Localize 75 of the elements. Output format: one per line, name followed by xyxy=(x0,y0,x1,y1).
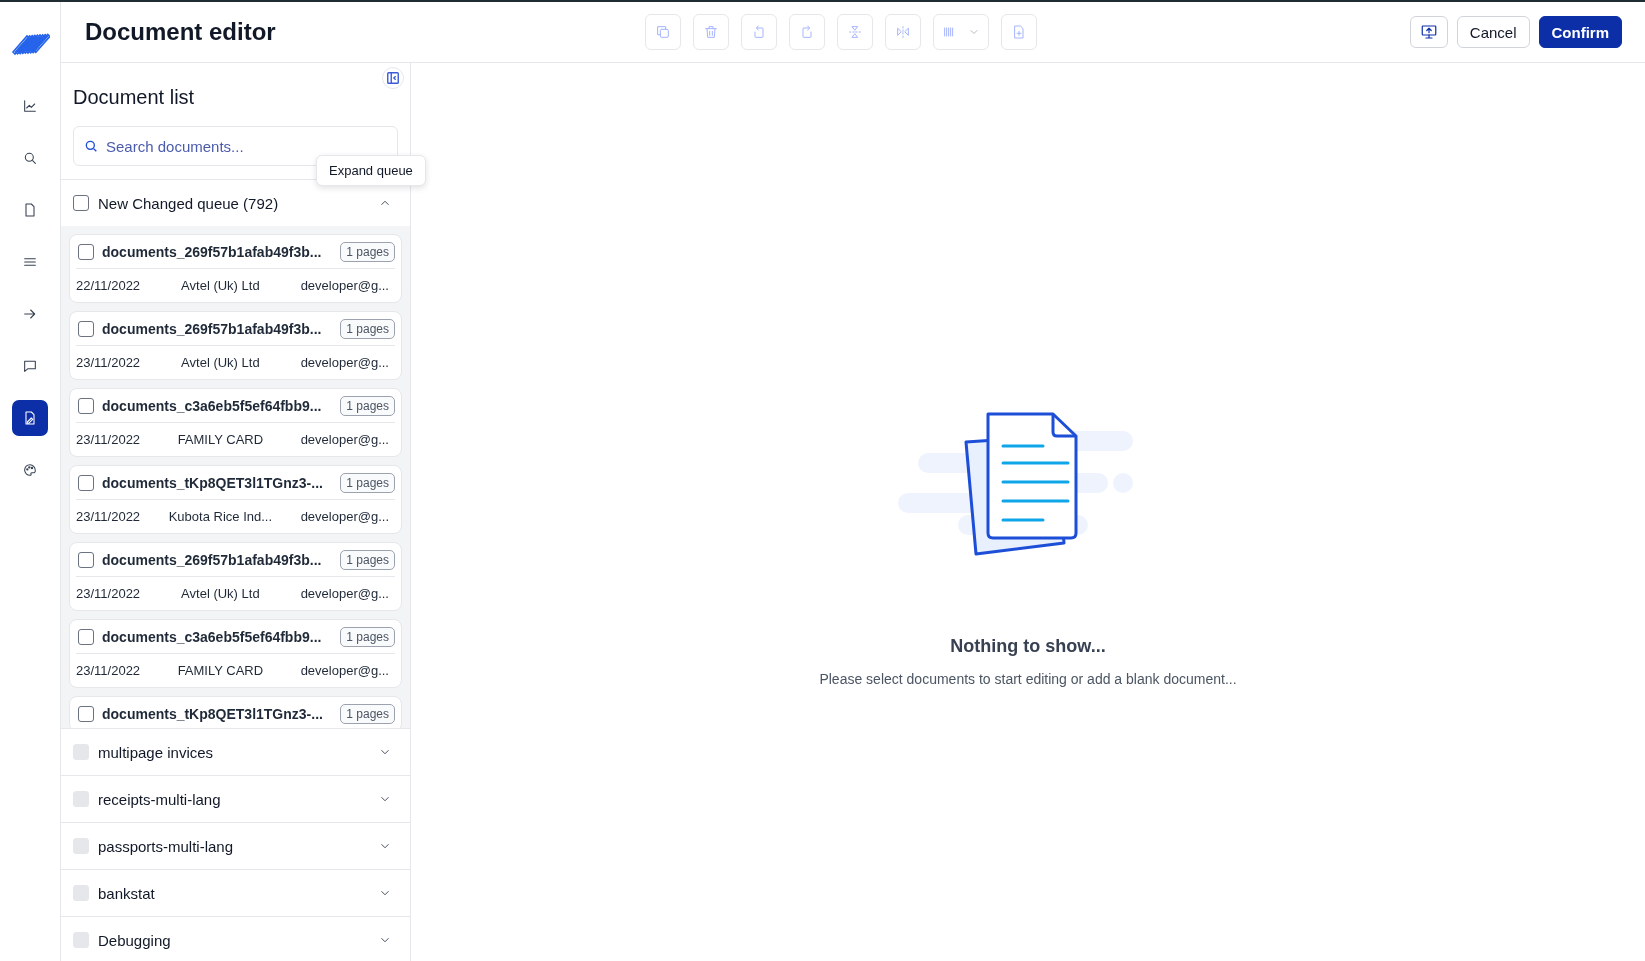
document-card[interactable]: documents_tKp8QET3l1TGnz3-... 1 pages 23/11/2022 Kubota Rice Ind... developer@g... xyxy=(69,465,402,534)
file-edit-nav-icon[interactable] xyxy=(12,400,48,436)
document-date: 23/11/2022 xyxy=(76,509,141,524)
document-name: documents_269f57b1afab49f3b... xyxy=(102,320,323,337)
empty-message: Please select documents to start editing or add a blank document... xyxy=(819,671,1237,687)
checkbox[interactable] xyxy=(78,551,94,568)
sidebar-collapse-icon xyxy=(386,71,400,85)
document-card[interactable]: documents_tKp8QET3l1TGnz3-... 1 pages xyxy=(69,696,402,728)
document-company: FAMILY CARD xyxy=(177,663,264,678)
document-name: documents_269f57b1afab49f3b... xyxy=(102,551,323,568)
document-date: 23/11/2022 xyxy=(76,586,141,601)
page-count: 1 pages xyxy=(340,703,395,724)
document-card[interactable]: documents_269f57b1afab49f3b... 1 pages 22/11/2022 Avtel (Uk) Ltd developer@g... xyxy=(69,234,402,303)
palette-icon xyxy=(22,462,38,478)
window-title: Document editor xyxy=(85,18,277,46)
collapse-panel-button[interactable] xyxy=(382,67,404,89)
search-icon xyxy=(22,150,38,166)
checkbox[interactable] xyxy=(73,195,89,211)
chart-icon xyxy=(22,98,38,114)
empty-title: Nothing to show... xyxy=(950,636,1106,657)
page-count: 1 pages xyxy=(340,549,395,570)
checkbox[interactable] xyxy=(78,474,94,491)
page-count: 1 pages xyxy=(340,318,395,339)
trash-icon xyxy=(703,24,719,40)
document-card[interactable]: documents_c3a6eb5f5ef64fbb9... 1 pages 23/11/2022 FAMILY CARD developer@g... xyxy=(69,388,402,457)
page-count: 1 pages xyxy=(340,472,395,493)
split-icon xyxy=(847,24,863,40)
checkbox[interactable] xyxy=(78,320,94,337)
document-card[interactable]: documents_269f57b1afab49f3b... 1 pages 23/11/2022 Avtel (Uk) Ltd developer@g... xyxy=(69,542,402,611)
document-owner: developer@g... xyxy=(300,355,389,370)
page-count: 1 pages xyxy=(340,241,395,262)
document-date: 23/11/2022 xyxy=(76,355,141,370)
document-card[interactable]: documents_269f57b1afab49f3b... 1 pages 23/11/2022 Avtel (Uk) Ltd developer@g... xyxy=(69,311,402,380)
arrow-icon xyxy=(22,306,38,322)
document-name: documents_c3a6eb5f5ef64fbb9... xyxy=(102,397,323,414)
page-count: 1 pages xyxy=(340,626,395,647)
monitor-icon xyxy=(1419,23,1438,41)
document-name: documents_269f57b1afab49f3b... xyxy=(102,243,323,260)
file-plus-icon xyxy=(1011,24,1027,40)
document-card[interactable]: documents_c3a6eb5f5ef64fbb9... 1 pages 23/11/2022 FAMILY CARD developer@g... xyxy=(69,619,402,688)
confirm-button[interactable]: Confirm xyxy=(1538,16,1622,48)
document-date: 23/11/2022 xyxy=(76,663,141,678)
present-button[interactable] xyxy=(1409,16,1448,48)
document-company: Kubota Rice Ind... xyxy=(168,509,273,524)
checkbox[interactable] xyxy=(78,628,94,645)
document-owner: developer@g... xyxy=(300,509,389,524)
document-date: 22/11/2022 xyxy=(76,278,141,293)
document-name: documents_c3a6eb5f5ef64fbb9... xyxy=(102,628,323,645)
rotate-left-icon xyxy=(751,24,767,40)
document-company: Avtel (Uk) Ltd xyxy=(181,278,260,293)
document-company: Avtel (Uk) Ltd xyxy=(181,586,260,601)
document-company: Avtel (Uk) Ltd xyxy=(181,355,260,370)
document-date: 23/11/2022 xyxy=(76,432,141,447)
document-owner: developer@g... xyxy=(300,586,389,601)
checkbox[interactable] xyxy=(78,243,94,260)
page-count: 1 pages xyxy=(340,395,395,416)
search-field[interactable]: Search documents... xyxy=(73,126,398,166)
cancel-button[interactable]: Cancel xyxy=(1456,16,1530,48)
file-edit-icon xyxy=(22,410,38,426)
document-name: documents_tKp8QET3l1TGnz3-... xyxy=(102,474,324,491)
copy-icon xyxy=(655,24,671,40)
document-company: FAMILY CARD xyxy=(177,432,264,447)
file-icon xyxy=(22,202,38,218)
rotate-right-icon xyxy=(799,24,815,40)
panel-title: Document list xyxy=(73,86,196,109)
document-name: documents_tKp8QET3l1TGnz3-... xyxy=(102,705,324,722)
flip-icon xyxy=(895,24,911,40)
search-icon xyxy=(83,138,99,154)
tooltip: Expand queue xyxy=(316,155,426,186)
checkbox[interactable] xyxy=(78,705,94,722)
document-owner: developer@g... xyxy=(300,278,389,293)
checkbox[interactable] xyxy=(78,397,94,414)
document-owner: developer@g... xyxy=(300,663,389,678)
chat-icon xyxy=(22,358,38,374)
document-owner: developer@g... xyxy=(300,432,389,447)
